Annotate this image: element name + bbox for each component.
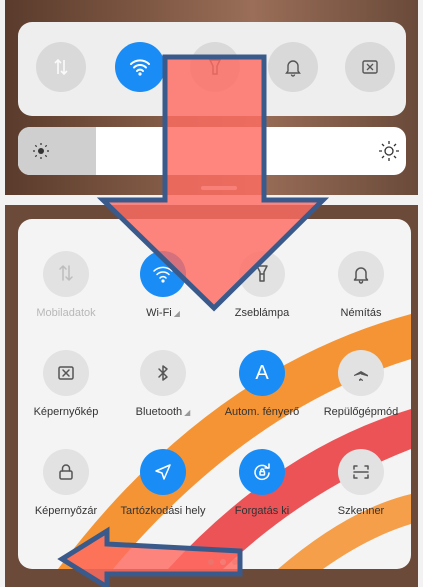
tile-szkenner[interactable]: Szkenner xyxy=(313,449,409,549)
brightness-slider[interactable] xyxy=(18,127,406,175)
tile-wi-fi[interactable]: Wi-Fi ◢ xyxy=(115,251,211,351)
quick-toggle-row xyxy=(18,22,406,116)
flashlight-icon xyxy=(250,262,274,286)
bell-icon xyxy=(285,60,301,77)
screenshot-icon xyxy=(362,60,378,74)
bluetooth-label: Bluetooth ◢ xyxy=(136,406,191,418)
bell-icon xyxy=(349,262,373,286)
tile-forgatas-ki[interactable]: Forgatás ki xyxy=(214,449,310,549)
tile-mobiladatok[interactable]: Mobiladatok xyxy=(18,251,114,351)
zseblampa-toggle-button[interactable] xyxy=(239,251,285,297)
page-dot[interactable] xyxy=(232,559,238,565)
control-center-grid: Mobiladatok Wi-Fi ◢ Zseblámpa Némítás Képerny… xyxy=(18,219,411,569)
silent-toggle[interactable] xyxy=(268,42,318,92)
lock-icon xyxy=(54,460,78,484)
wifi-toggle[interactable] xyxy=(115,42,165,92)
kepernyozar-label-text: Képernyőzár xyxy=(34,505,98,517)
bluetooth-label-text: Bluetooth xyxy=(135,406,183,418)
kepernyozar-toggle-button[interactable] xyxy=(43,449,89,495)
wifi-icon xyxy=(130,59,150,76)
tile-tartozkodasi-hely[interactable]: Tartózkodási hely xyxy=(115,449,211,549)
wifi-icon xyxy=(151,262,175,286)
mobile-data-icon xyxy=(54,58,68,76)
nemitas-label-text: Némítás xyxy=(340,307,382,319)
kepernyokep-label: Képernyőkép xyxy=(34,406,99,418)
page-dot[interactable] xyxy=(208,559,214,565)
szkenner-toggle-button[interactable] xyxy=(338,449,384,495)
page-dot[interactable] xyxy=(220,559,226,565)
submenu-indicator-icon: ◢ xyxy=(173,309,180,318)
nemitas-label: Némítás xyxy=(341,307,382,319)
tile-kepernyozar[interactable]: Képernyőzár xyxy=(18,449,114,549)
tile-zseblampa[interactable]: Zseblámpa xyxy=(214,251,310,351)
airplane-icon xyxy=(349,361,373,385)
auto-brightness-icon: A xyxy=(255,361,269,384)
szkenner-label-text: Szkenner xyxy=(337,505,385,517)
screenshot-icon xyxy=(54,361,78,385)
drag-handle[interactable] xyxy=(201,186,237,190)
repulogepmod-label: Repülőgépmód xyxy=(324,406,399,418)
screenshot-toggle[interactable] xyxy=(345,42,395,92)
flashlight-toggle[interactable] xyxy=(190,42,240,92)
tile-bluetooth[interactable]: Bluetooth ◢ xyxy=(115,350,211,450)
rotation-lock-icon xyxy=(250,460,274,484)
repulogepmod-label-text: Repülőgépmód xyxy=(323,406,399,418)
flashlight-icon xyxy=(208,59,222,75)
kepernyokep-label-text: Képernyőkép xyxy=(33,406,99,418)
repulogepmod-toggle-button[interactable] xyxy=(338,350,384,396)
zseblampa-label-text: Zseblámpa xyxy=(234,307,290,319)
mobile-data-toggle[interactable] xyxy=(36,42,86,92)
szkenner-label: Szkenner xyxy=(338,505,384,517)
page-indicator xyxy=(208,559,238,565)
forgatas-ki-label-text: Forgatás ki xyxy=(234,505,290,517)
brightness-high-icon xyxy=(379,141,399,161)
brightness-slider-fill xyxy=(18,127,96,175)
wi-fi-toggle-button[interactable] xyxy=(140,251,186,297)
tile-kepernyokep[interactable]: Képernyőkép xyxy=(18,350,114,450)
mobile-data-icon xyxy=(54,262,78,286)
bluetooth-toggle-button[interactable] xyxy=(140,350,186,396)
tartozkodasi-hely-label: Tartózkodási hely xyxy=(121,505,206,517)
brightness-low-icon xyxy=(33,143,49,159)
wi-fi-label-text: Wi-Fi xyxy=(146,307,172,319)
kepernyozar-label: Képernyőzár xyxy=(35,505,97,517)
kepernyokep-toggle-button[interactable] xyxy=(43,350,89,396)
wi-fi-label: Wi-Fi ◢ xyxy=(146,307,180,319)
bluetooth-icon xyxy=(151,361,175,385)
tile-nemitas[interactable]: Némítás xyxy=(313,251,409,351)
control-center-expanded: Mobiladatok Wi-Fi ◢ Zseblámpa Némítás Képerny… xyxy=(5,205,418,587)
zseblampa-label: Zseblámpa xyxy=(235,307,289,319)
forgatas-ki-toggle-button[interactable] xyxy=(239,449,285,495)
notification-shade-collapsed xyxy=(5,0,418,195)
autom-fenyero-label-text: Autom. fényerő xyxy=(224,406,300,418)
mobiladatok-label: Mobiladatok xyxy=(36,307,95,319)
tile-repulogepmod[interactable]: Repülőgépmód xyxy=(313,350,409,450)
scanner-icon xyxy=(349,460,373,484)
tartozkodasi-hely-toggle-button[interactable] xyxy=(140,449,186,495)
tile-autom-fenyero[interactable]: A Autom. fényerő xyxy=(214,350,310,450)
autom-fenyero-label: Autom. fényerő xyxy=(225,406,300,418)
submenu-indicator-icon: ◢ xyxy=(184,408,191,417)
location-icon xyxy=(151,460,175,484)
autom-fenyero-toggle-button[interactable]: A xyxy=(239,350,285,396)
mobiladatok-toggle-button[interactable] xyxy=(43,251,89,297)
mobiladatok-label-text: Mobiladatok xyxy=(36,307,96,319)
tartozkodasi-hely-label-text: Tartózkodási hely xyxy=(120,505,206,517)
forgatas-ki-label: Forgatás ki xyxy=(235,505,289,517)
nemitas-toggle-button[interactable] xyxy=(338,251,384,297)
